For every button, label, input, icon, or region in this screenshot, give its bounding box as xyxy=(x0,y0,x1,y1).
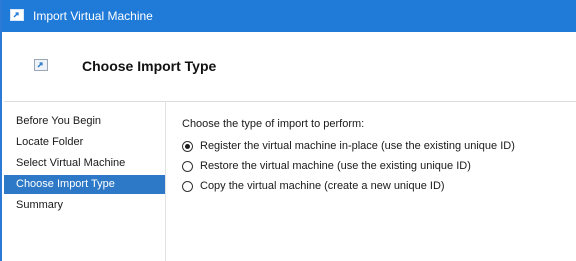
import-vm-icon xyxy=(10,9,24,21)
nav-item-locate-folder[interactable]: Locate Folder xyxy=(4,133,165,152)
window-title: Import Virtual Machine xyxy=(33,9,153,23)
nav-item-choose-import-type[interactable]: Choose Import Type xyxy=(4,175,165,194)
nav-item-summary[interactable]: Summary xyxy=(4,196,165,215)
import-vm-icon xyxy=(34,59,48,71)
option-label[interactable]: Copy the virtual machine (create a new u… xyxy=(200,180,445,193)
option-copy[interactable]: Copy the virtual machine (create a new u… xyxy=(182,180,452,195)
radio-restore[interactable] xyxy=(182,161,193,172)
import-type-panel: Choose the type of import to perform: Re… xyxy=(182,102,572,252)
radio-register-in-place[interactable] xyxy=(182,141,193,152)
wizard-steps-nav: Before You Begin Locate Folder Select Vi… xyxy=(4,102,166,261)
radio-copy[interactable] xyxy=(182,181,193,192)
page-title: Choose Import Type xyxy=(82,58,217,74)
title-bar[interactable]: Import Virtual Machine xyxy=(2,0,576,32)
option-label[interactable]: Register the virtual machine in-place (u… xyxy=(200,140,515,153)
option-register-in-place[interactable]: Register the virtual machine in-place (u… xyxy=(182,140,515,155)
nav-item-before-you-begin[interactable]: Before You Begin xyxy=(4,112,165,131)
import-vm-wizard-window: Import Virtual Machine Choose Import Typ… xyxy=(0,0,576,261)
radio-selected-dot xyxy=(185,144,190,149)
wizard-header: Choose Import Type xyxy=(4,32,576,102)
option-label[interactable]: Restore the virtual machine (use the exi… xyxy=(200,160,471,173)
option-restore[interactable]: Restore the virtual machine (use the exi… xyxy=(182,160,472,175)
nav-item-select-virtual-machine[interactable]: Select Virtual Machine xyxy=(4,154,165,173)
import-type-prompt: Choose the type of import to perform: xyxy=(182,118,365,130)
